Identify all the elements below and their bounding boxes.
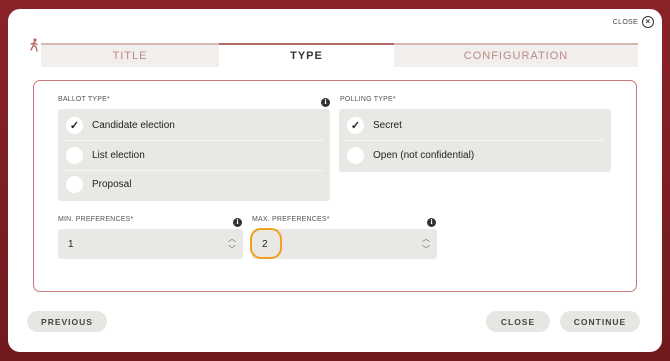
chevron-down-icon[interactable]: ﹀ bbox=[422, 244, 430, 255]
close-button-label: CLOSE bbox=[500, 316, 536, 327]
chevron-down-icon[interactable]: ﹀ bbox=[228, 244, 236, 255]
radio-empty-icon bbox=[66, 147, 83, 164]
focus-highlight-ring bbox=[250, 228, 282, 259]
continue-button[interactable]: CONTINUE bbox=[560, 311, 640, 332]
checkmark-icon: ✓ bbox=[347, 117, 364, 134]
tab-title[interactable]: TITLE bbox=[41, 43, 219, 67]
option-label: Secret bbox=[373, 120, 402, 131]
min-preferences-label: MIN. PREFERENCES* bbox=[58, 216, 134, 223]
radio-empty-icon bbox=[66, 176, 83, 193]
ballot-type-info-icon[interactable]: i bbox=[321, 98, 330, 107]
max-preferences-stepper[interactable]: ︿ ﹀ bbox=[421, 233, 431, 255]
tab-title-label: TITLE bbox=[112, 50, 148, 62]
max-preferences-info-icon[interactable]: i bbox=[427, 218, 436, 227]
close-top-button[interactable]: CLOSE × bbox=[613, 16, 654, 28]
max-preferences-label: MAX. PREFERENCES* bbox=[252, 216, 330, 223]
min-preferences-value: 1 bbox=[68, 238, 74, 250]
polling-option-secret[interactable]: ✓ Secret bbox=[339, 111, 611, 140]
close-icon: × bbox=[642, 16, 654, 28]
step-walker-icon bbox=[30, 38, 38, 52]
dialog: CLOSE × TITLE TYPE CONFIGURATION BALLOT … bbox=[8, 9, 662, 352]
option-label: Open (not confidential) bbox=[373, 150, 475, 161]
tab-type[interactable]: TYPE bbox=[219, 43, 394, 67]
polling-type-label: POLLING TYPE* bbox=[340, 96, 396, 103]
ballot-type-options: ✓ Candidate election List election Propo… bbox=[58, 109, 330, 201]
ballot-option-proposal[interactable]: Proposal bbox=[58, 170, 330, 199]
checkmark-icon: ✓ bbox=[66, 117, 83, 134]
option-label: Candidate election bbox=[92, 120, 175, 131]
previous-button-label: PREVIOUS bbox=[41, 316, 93, 327]
radio-empty-icon bbox=[347, 147, 364, 164]
step-tabs: TITLE TYPE CONFIGURATION bbox=[41, 43, 638, 67]
tab-type-label: TYPE bbox=[290, 50, 323, 62]
ballot-type-label: BALLOT TYPE* bbox=[58, 96, 110, 103]
option-label: Proposal bbox=[92, 179, 132, 190]
ballot-option-list-election[interactable]: List election bbox=[58, 141, 330, 170]
min-preferences-input[interactable]: 1 ︿ ﹀ bbox=[58, 229, 243, 259]
tab-configuration-label: CONFIGURATION bbox=[463, 50, 569, 62]
option-label: List election bbox=[92, 150, 145, 161]
ballot-option-candidate-election[interactable]: ✓ Candidate election bbox=[58, 111, 330, 140]
chevron-up-icon[interactable]: ︿ bbox=[422, 233, 430, 244]
tab-configuration[interactable]: CONFIGURATION bbox=[394, 43, 638, 67]
continue-button-label: CONTINUE bbox=[573, 316, 627, 327]
chevron-up-icon[interactable]: ︿ bbox=[228, 233, 236, 244]
min-preferences-stepper[interactable]: ︿ ﹀ bbox=[227, 233, 237, 255]
polling-option-open[interactable]: Open (not confidential) bbox=[339, 141, 611, 170]
previous-button[interactable]: PREVIOUS bbox=[27, 311, 107, 332]
close-button[interactable]: CLOSE bbox=[486, 311, 550, 332]
close-top-label: CLOSE bbox=[612, 18, 638, 26]
min-preferences-info-icon[interactable]: i bbox=[233, 218, 242, 227]
type-panel: BALLOT TYPE* i ✓ Candidate election List… bbox=[33, 80, 637, 292]
polling-type-options: ✓ Secret Open (not confidential) bbox=[339, 109, 611, 172]
